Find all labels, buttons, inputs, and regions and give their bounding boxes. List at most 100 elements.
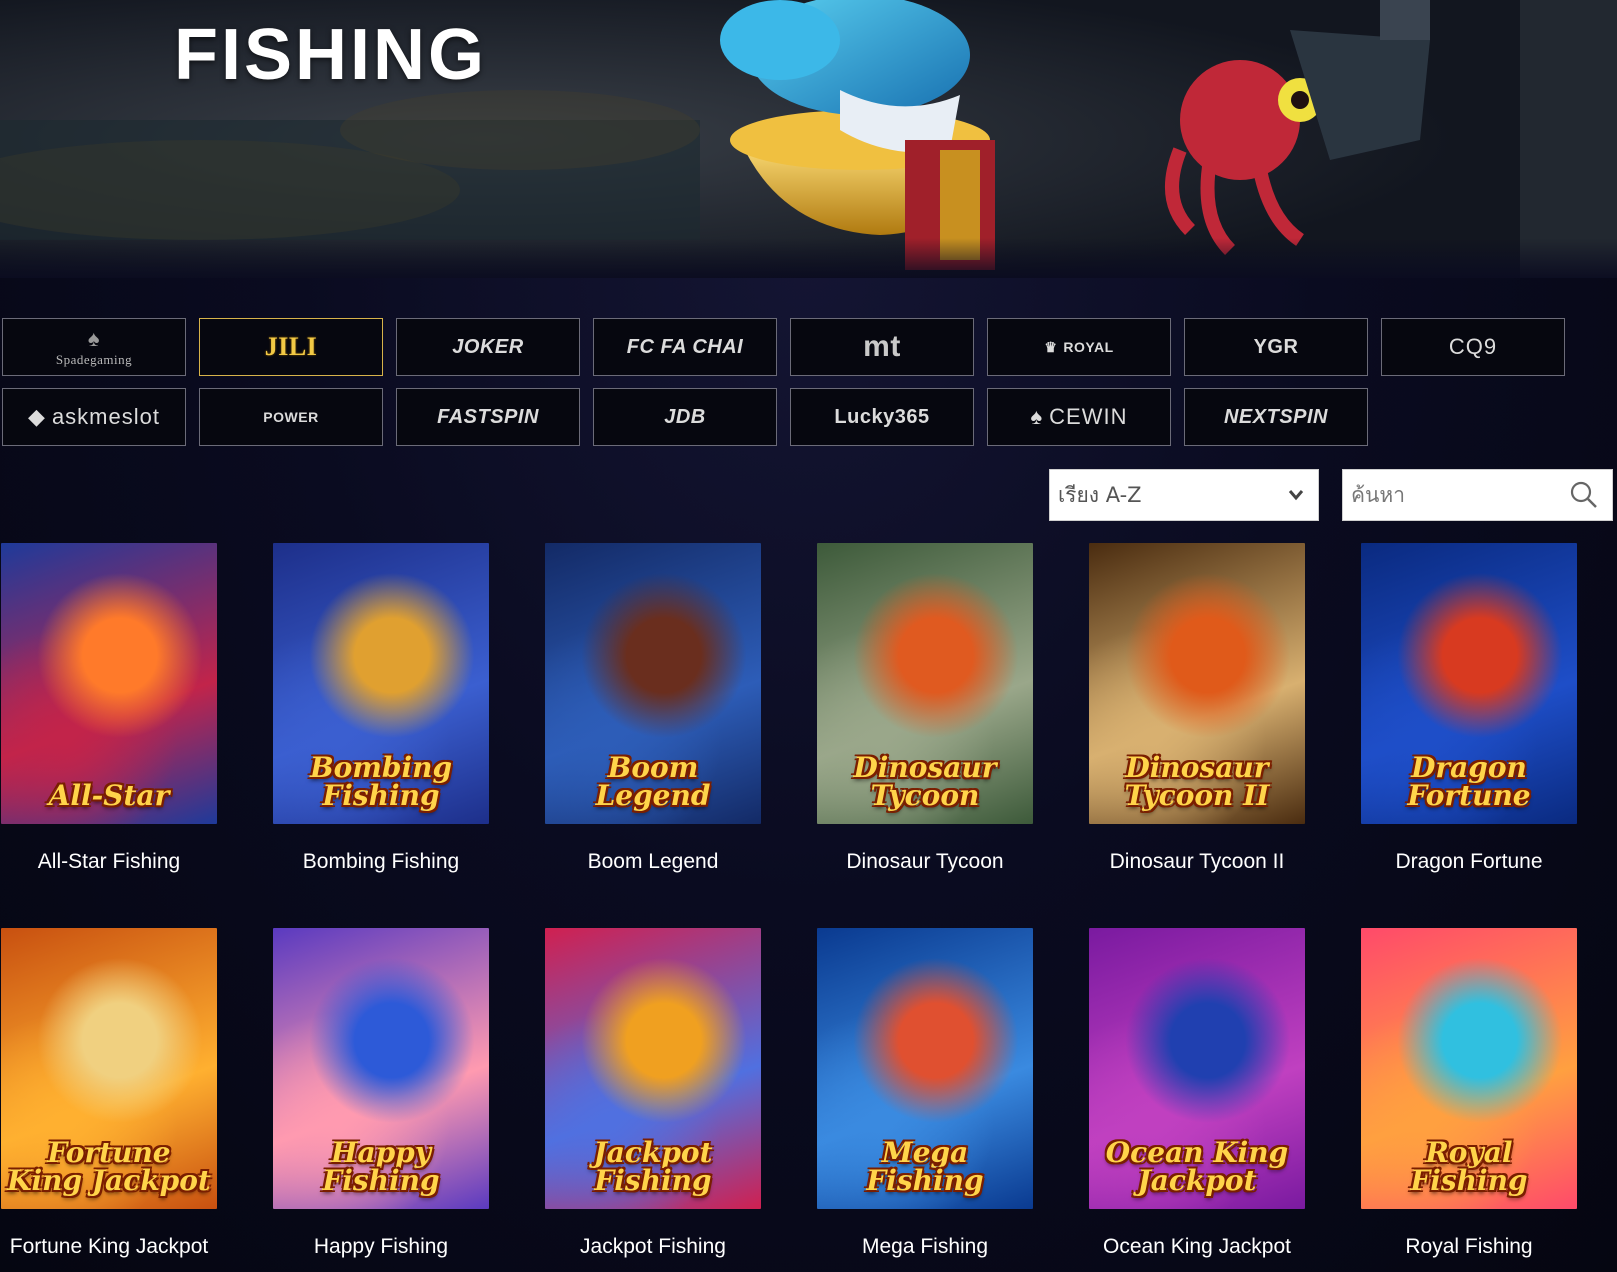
search-box — [1342, 469, 1613, 521]
provider-label: FASTSPIN — [437, 406, 539, 429]
game-thumbnail[interactable]: Dinosaur Tycoon — [817, 543, 1033, 824]
provider-nextspin[interactable]: NEXTSPIN — [1184, 388, 1368, 446]
game-card[interactable]: Mega Fishing Mega Fishing — [817, 928, 1033, 1272]
game-logo-text: Ocean King Jackpot — [1105, 1136, 1289, 1197]
game-card[interactable]: Jackpot Fishing Jackpot Fishing — [545, 928, 761, 1272]
game-logo-text: Royal Fishing — [1410, 1136, 1528, 1197]
provider-name: JOKER — [452, 335, 524, 358]
hero-banner: FISHING — [0, 0, 1617, 278]
provider-label: YGR — [1254, 336, 1299, 359]
provider-jdb[interactable]: JDB — [593, 388, 777, 446]
provider-label: ♠ CEWIN — [1030, 404, 1127, 430]
game-title[interactable]: Happy Fishing — [314, 1235, 448, 1259]
provider-name: ROYAL — [1063, 339, 1114, 355]
game-title[interactable]: Boom Legend — [588, 850, 719, 874]
game-card[interactable]: All-Star All-Star Fishing — [1, 543, 217, 928]
provider-name: mt — [863, 330, 901, 363]
game-logo-text: Happy Fishing — [322, 1136, 440, 1197]
provider-name: CEWIN — [1049, 404, 1128, 429]
game-card[interactable]: Happy Fishing Happy Fishing — [273, 928, 489, 1272]
provider-spadegaming[interactable]: ♠ Spadegaming — [2, 318, 186, 376]
search-input[interactable] — [1351, 483, 1551, 507]
provider-label: JDB — [664, 406, 706, 429]
provider-ygr[interactable]: YGR — [1184, 318, 1368, 376]
provider-cewin[interactable]: ♠ CEWIN — [987, 388, 1171, 446]
game-thumbnail[interactable]: Royal Fishing — [1361, 928, 1577, 1209]
provider-label: ♠ Spadegaming — [56, 326, 132, 368]
spade-icon: ♠ — [1030, 404, 1044, 429]
provider-lucky365[interactable]: Lucky365 — [790, 388, 974, 446]
provider-royal[interactable]: ♛ ROYAL — [987, 318, 1171, 376]
game-card[interactable]: Boom Legend Boom Legend — [545, 543, 761, 928]
provider-joker[interactable]: JOKER — [396, 318, 580, 376]
game-title[interactable]: Dinosaur Tycoon II — [1110, 850, 1285, 874]
provider-label: JOKER — [452, 336, 523, 359]
game-title[interactable]: Fortune King Jackpot — [10, 1235, 208, 1259]
provider-name: askmeslot — [51, 404, 160, 429]
game-thumbnail[interactable]: Boom Legend — [545, 543, 761, 824]
provider-name: YGR — [1253, 335, 1299, 358]
game-thumbnail[interactable]: All-Star — [1, 543, 217, 824]
chevron-down-icon — [1288, 490, 1304, 501]
provider-name: JILI — [264, 332, 318, 361]
provider-filter-grid: ♠ Spadegaming JILI JOKER FC FA CHAI mt ♛ ROYAL Y… — [2, 318, 1565, 446]
game-thumbnail[interactable]: Fortune King Jackpot — [1, 928, 217, 1209]
game-thumbnail[interactable]: Mega Fishing — [817, 928, 1033, 1209]
game-title[interactable]: Ocean King Jackpot — [1103, 1235, 1291, 1259]
game-title[interactable]: All-Star Fishing — [38, 850, 180, 874]
game-thumbnail[interactable]: Happy Fishing — [273, 928, 489, 1209]
provider-label: Lucky365 — [834, 406, 929, 429]
sort-select[interactable]: เรียง A-Z — [1049, 469, 1319, 521]
provider-name: CQ9 — [1448, 334, 1498, 359]
provider-label: JILI — [265, 332, 318, 362]
game-thumbnail[interactable]: Bombing Fishing — [273, 543, 489, 824]
game-title[interactable]: Mega Fishing — [862, 1235, 988, 1259]
provider-name: FASTSPIN — [437, 405, 539, 428]
game-thumbnail[interactable]: Dinosaur Tycoon II — [1089, 543, 1305, 824]
game-logo-text: Dinosaur Tycoon — [853, 751, 997, 812]
game-title[interactable]: Jackpot Fishing — [580, 1235, 726, 1259]
sort-select-value: เรียง A-Z — [1058, 482, 1142, 507]
game-card[interactable]: Dinosaur Tycoon Dinosaur Tycoon — [817, 543, 1033, 928]
provider-jili[interactable]: JILI — [199, 318, 383, 376]
provider-fastspin[interactable]: FASTSPIN — [396, 388, 580, 446]
game-title[interactable]: Bombing Fishing — [303, 850, 459, 874]
game-logo-text: Bombing Fishing — [309, 751, 453, 812]
game-logo-text: Dragon Fortune — [1407, 751, 1531, 812]
provider-askmeslot[interactable]: ◆ askmeslot — [2, 388, 186, 446]
provider-label: NEXTSPIN — [1224, 406, 1328, 429]
page-title: FISHING — [174, 15, 488, 95]
provider-label: CQ9 — [1449, 334, 1497, 360]
provider-name: JDB — [664, 405, 706, 428]
provider-label: ♛ ROYAL — [1044, 339, 1113, 356]
game-title[interactable]: Royal Fishing — [1405, 1235, 1532, 1259]
game-title[interactable]: Dinosaur Tycoon — [846, 850, 1003, 874]
game-card[interactable]: Ocean King Jackpot Ocean King Jackpot — [1089, 928, 1305, 1272]
search-icon[interactable] — [1570, 481, 1598, 509]
game-logo-text: Mega Fishing — [866, 1136, 984, 1197]
provider-name: NEXTSPIN — [1223, 405, 1329, 428]
game-logo-text: Boom Legend — [595, 751, 711, 812]
provider-fachai[interactable]: FC FA CHAI — [593, 318, 777, 376]
game-logo-text: Dinosaur Tycoon II — [1124, 751, 1270, 812]
game-logo-text: All-Star — [48, 779, 170, 812]
spade-icon: ♠ — [87, 326, 101, 351]
provider-name: Lucky365 — [834, 405, 930, 428]
provider-label: POWER — [263, 409, 318, 425]
provider-power[interactable]: POWER — [199, 388, 383, 446]
game-card[interactable]: Dragon Fortune Dragon Fortune — [1361, 543, 1577, 928]
game-card[interactable]: Bombing Fishing Bombing Fishing — [273, 543, 489, 928]
game-card[interactable]: Fortune King Jackpot Fortune King Jackpot — [1, 928, 217, 1272]
provider-label: ◆ askmeslot — [28, 404, 160, 430]
game-thumbnail[interactable]: Ocean King Jackpot — [1089, 928, 1305, 1209]
game-logo-text: Jackpot Fishing — [593, 1136, 713, 1197]
provider-cq9[interactable]: CQ9 — [1381, 318, 1565, 376]
game-thumbnail[interactable]: Dragon Fortune — [1361, 543, 1577, 824]
provider-mt[interactable]: mt — [790, 318, 974, 376]
game-title[interactable]: Dragon Fortune — [1395, 850, 1542, 874]
game-card[interactable]: Dinosaur Tycoon II Dinosaur Tycoon II — [1089, 543, 1305, 928]
game-thumbnail[interactable]: Jackpot Fishing — [545, 928, 761, 1209]
provider-name: POWER — [263, 409, 319, 425]
crown-icon: ♛ — [1044, 338, 1058, 355]
game-card[interactable]: Royal Fishing Royal Fishing — [1361, 928, 1577, 1272]
